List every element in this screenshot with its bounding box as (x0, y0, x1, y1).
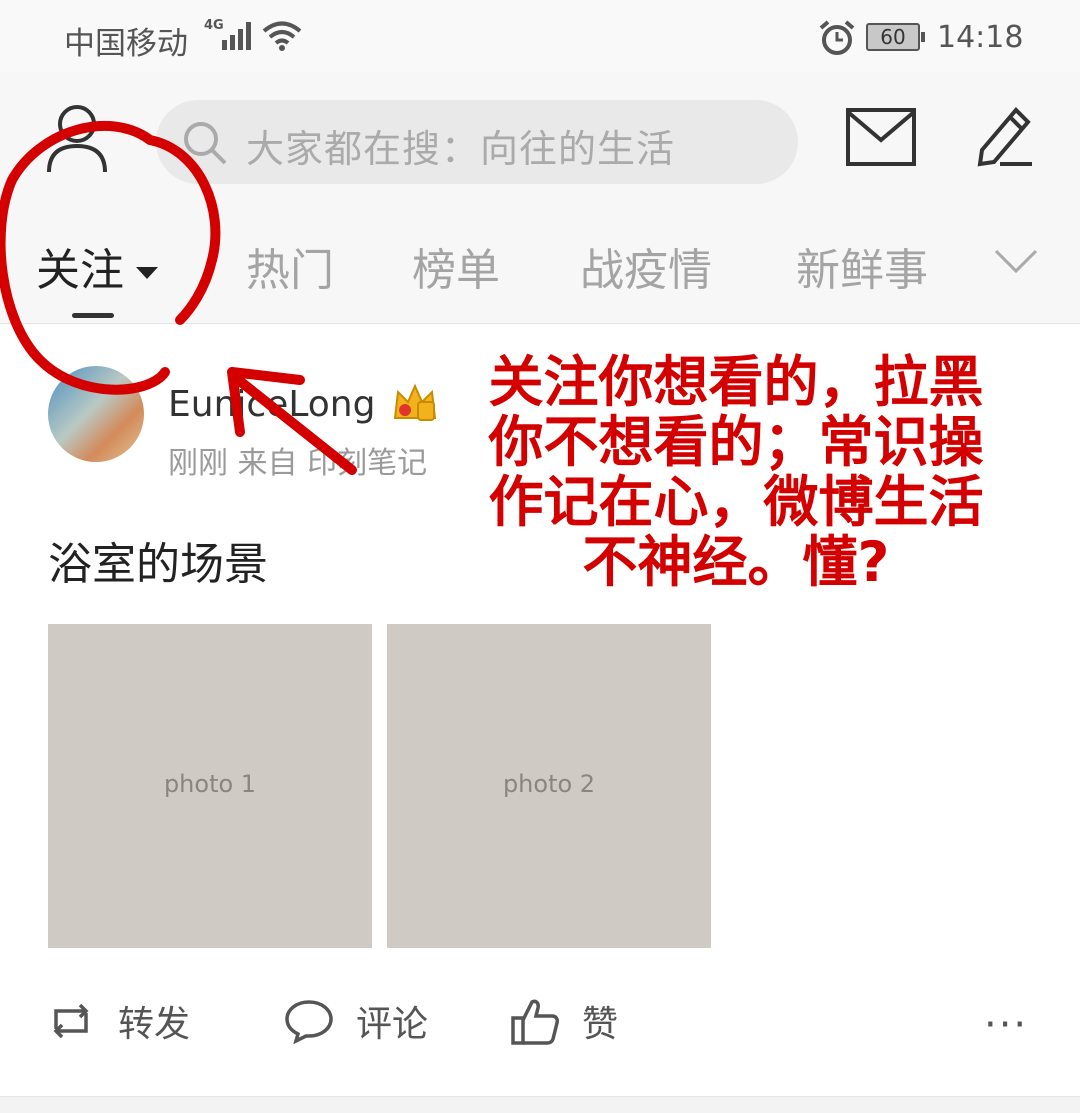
thumbs-up-icon (511, 999, 559, 1045)
more-options-icon[interactable]: ··· (984, 1002, 1028, 1048)
annotation-line: 作记在心，微博生活 (488, 470, 984, 534)
annotation-arrow (227, 367, 357, 475)
annotation-text: 关注你想看的，拉黑 你不想看的；常识操 作记在心，微博生活 不神经。懂? (456, 352, 1016, 592)
annotation-circle (0, 121, 221, 395)
like-label: 赞 (582, 1004, 619, 1045)
comment-label: 评论 (356, 1004, 429, 1045)
annotation-line: 关注你想看的，拉黑 (488, 350, 984, 414)
repost-button[interactable]: 转发 (46, 994, 190, 1048)
repost-icon (53, 1003, 89, 1039)
like-button[interactable]: 赞 (510, 994, 618, 1048)
post-divider (0, 1096, 1080, 1113)
annotation-line: 你不想看的；常识操 (488, 410, 984, 474)
comment-button[interactable]: 评论 (284, 994, 428, 1048)
repost-label: 转发 (118, 1004, 191, 1045)
comment-icon (285, 1000, 333, 1044)
annotation-line: 不神经。懂? (582, 530, 890, 594)
post-action-bar: 转发 评论 赞 ··· (0, 978, 1080, 1070)
